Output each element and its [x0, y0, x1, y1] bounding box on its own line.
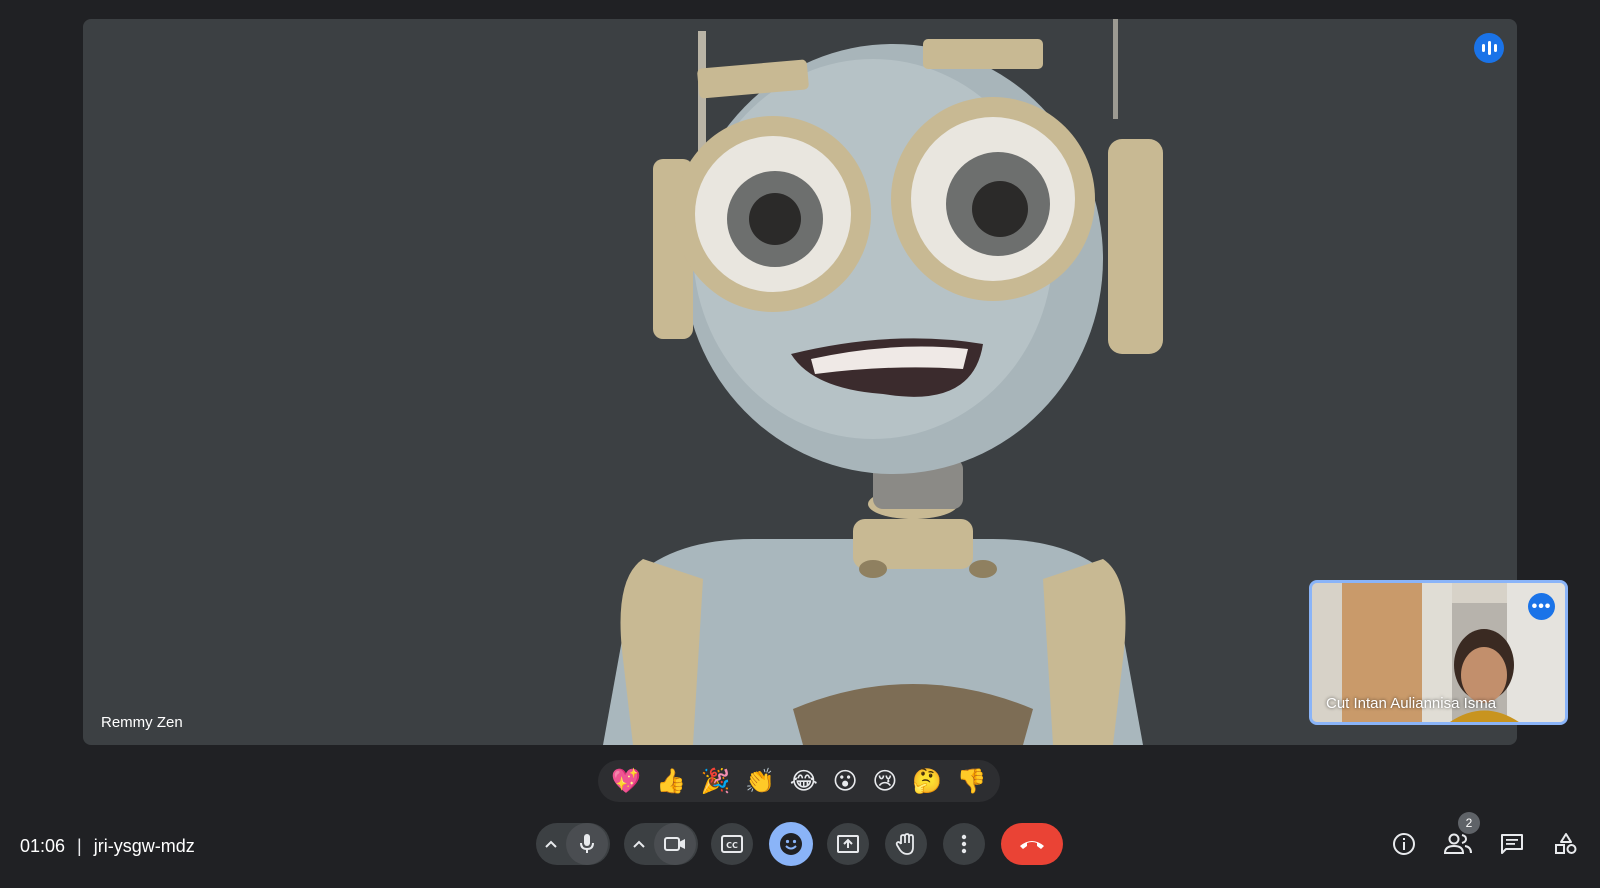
reaction-crying[interactable]: 😢	[872, 769, 897, 793]
video-control-group	[624, 823, 698, 865]
activities-button[interactable]	[1548, 826, 1584, 862]
present-screen-button[interactable]	[827, 823, 869, 865]
video-options-button[interactable]	[624, 823, 654, 865]
reaction-surprised[interactable]: 😮	[833, 769, 858, 793]
reactions-bar: 💖 👍 🎉 👏 😂 😮 😢 🤔 👎	[598, 760, 1000, 802]
participant-video-robot	[603, 19, 1163, 745]
microphone-button[interactable]	[566, 823, 608, 865]
meeting-details-button[interactable]	[1386, 826, 1422, 862]
present-screen-icon	[837, 835, 859, 853]
main-video-tile[interactable]: Remmy Zen	[83, 19, 1517, 745]
raise-hand-button[interactable]	[885, 823, 927, 865]
chat-button[interactable]	[1494, 826, 1530, 862]
camera-icon	[664, 837, 685, 851]
camera-button[interactable]	[654, 823, 696, 865]
raise-hand-icon	[895, 833, 914, 855]
speaking-indicator-icon	[1474, 33, 1504, 63]
reaction-thumbs-down[interactable]: 👎	[957, 769, 987, 793]
leave-call-button[interactable]	[1001, 823, 1063, 865]
reaction-party-popper[interactable]: 🎉	[701, 769, 731, 793]
self-video-tile[interactable]: ••• Cut Intan Auliannisa Isma	[1309, 580, 1568, 725]
reaction-sparkling-heart[interactable]: 💖	[611, 769, 641, 793]
more-vert-icon	[961, 834, 967, 854]
info-icon	[1393, 833, 1415, 855]
more-options-button[interactable]	[943, 823, 985, 865]
audio-options-button[interactable]	[536, 823, 566, 865]
chevron-up-icon	[633, 840, 645, 848]
emoji-icon	[780, 833, 802, 855]
participant-count-badge: 2	[1458, 812, 1480, 834]
emoji-reactions-button[interactable]	[769, 822, 813, 866]
reaction-thumbs-up[interactable]: 👍	[656, 769, 686, 793]
microphone-icon	[580, 834, 594, 853]
meeting-details: 01:06 | jri-ysgw-mdz	[20, 836, 195, 857]
reaction-tears-of-joy[interactable]: 😂	[790, 769, 818, 793]
captions-button[interactable]: CC	[711, 823, 753, 865]
meeting-separator: |	[77, 836, 82, 856]
reaction-thinking[interactable]: 🤔	[912, 769, 942, 793]
reaction-clapping[interactable]: 👏	[745, 769, 775, 793]
chevron-up-icon	[545, 840, 557, 848]
end-call-icon	[1020, 841, 1044, 849]
closed-captions-icon: CC	[721, 835, 743, 853]
meeting-time: 01:06	[20, 836, 66, 856]
people-icon	[1444, 833, 1472, 854]
chat-icon	[1501, 834, 1523, 854]
svg-text:CC: CC	[726, 841, 738, 850]
main-participant-name: Remmy Zen	[101, 714, 183, 731]
self-tile-more-button[interactable]: •••	[1528, 593, 1555, 620]
audio-control-group	[536, 823, 610, 865]
meeting-code: jri-ysgw-mdz	[93, 836, 195, 856]
activities-icon	[1555, 833, 1577, 854]
self-participant-name: Cut Intan Auliannisa Isma	[1326, 695, 1497, 712]
